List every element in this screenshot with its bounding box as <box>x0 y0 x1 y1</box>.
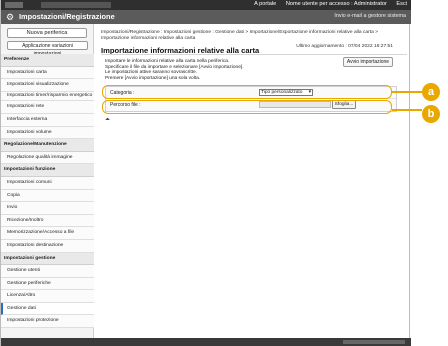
callout-badge-a: a <box>422 83 440 101</box>
sidebar-section-header: Regolazione/Manutenzione <box>1 139 94 152</box>
sidebar-item[interactable]: Impostazioni visualizzazione <box>1 79 94 92</box>
sidebar-item[interactable]: Interfaccia esterna <box>1 113 94 127</box>
description-line: Premere [Avvio importazione] una sola vo… <box>105 75 201 81</box>
last-updated: Ultimo aggiornamento : 07/04 2022 16:27:… <box>296 44 393 49</box>
device-name <box>41 2 111 8</box>
callout-badge-b: b <box>422 105 440 123</box>
callout-connector-b <box>392 109 422 111</box>
sidebar-item[interactable]: Memorizzazione/Accesso a file <box>1 227 94 240</box>
start-import-button[interactable]: Avvio importazione <box>343 57 393 67</box>
app-title: Impostazioni/Registrazione <box>19 12 115 21</box>
sidebar-item[interactable]: Impostazioni destinazione <box>1 239 94 253</box>
callout-frame-a <box>102 85 392 99</box>
logout-link[interactable]: Esci <box>396 1 407 7</box>
main-content: Impostazioni/Registrazione : Impostazion… <box>101 24 407 123</box>
callout-frame-b <box>102 100 392 114</box>
top-links: A portale Nome utente per accesso : Admi… <box>246 1 407 7</box>
login-username: Nome utente per accesso : Administrator <box>285 1 387 7</box>
remote-ui-window: A portale Nome utente per accesso : Admi… <box>0 0 411 346</box>
sidebar: Nuova periferica Applicazione variazioni… <box>1 24 94 338</box>
description: Importare le informazioni relative alla … <box>105 59 305 81</box>
mail-admin-link[interactable]: Invio e-mail a gestore sistema <box>334 13 406 19</box>
sidebar-item[interactable]: Ricezione/Inoltro <box>1 214 94 228</box>
callout-connector-a <box>392 91 422 93</box>
sidebar-item[interactable]: Impostazioni rete <box>1 101 94 114</box>
sidebar-section-header: Impostazioni gestione <box>1 252 94 266</box>
sidebar-item[interactable]: Impostazioni volume <box>1 126 94 140</box>
sidebar-item[interactable]: Invio <box>1 202 94 215</box>
sidebar-item[interactable]: Impostazioni timer/risparmio energetico <box>1 91 94 102</box>
title-bar: ⚙ Impostazioni/Registrazione Invio e-mai… <box>1 10 411 24</box>
gear-icon: ⚙ <box>6 12 15 22</box>
top-bar: A portale Nome utente per accesso : Admi… <box>1 0 411 10</box>
footer <box>1 338 411 346</box>
sidebar-item[interactable]: Regolazione qualità immagine <box>1 151 94 165</box>
sidebar-item[interactable]: Impostazioni comuni <box>1 176 94 190</box>
new-device-button[interactable]: Nuova periferica <box>7 28 87 38</box>
portal-link[interactable]: A portale <box>254 1 276 7</box>
sidebar-item[interactable]: Gestione dati <box>1 302 94 316</box>
sidebar-item[interactable]: Licenza/Altro <box>1 290 94 303</box>
sidebar-item[interactable]: Copia <box>1 189 94 203</box>
apply-changes-button[interactable]: Applicazione variazioni impostazioni <box>7 41 88 57</box>
device-logo <box>5 2 23 8</box>
sidebar-item[interactable]: Gestione periferiche <box>1 277 94 291</box>
copyright <box>343 340 405 344</box>
sidebar-item[interactable]: Gestione utenti <box>1 265 94 278</box>
sidebar-section-header: Preferenze <box>1 54 94 67</box>
sidebar-section-header: Impostazioni funzione <box>1 164 94 177</box>
sidebar-menu: Preferenze Impostazioni carta Impostazioni… <box>1 54 94 329</box>
sidebar-item[interactable]: Impostazioni carta <box>1 66 94 80</box>
breadcrumb: Impostazioni/Registrazione : Impostazion… <box>101 30 379 41</box>
back-to-top-icon[interactable]: ⏶ <box>105 117 110 124</box>
divider <box>101 54 407 55</box>
sidebar-item[interactable]: Impostazioni protezione <box>1 315 94 329</box>
